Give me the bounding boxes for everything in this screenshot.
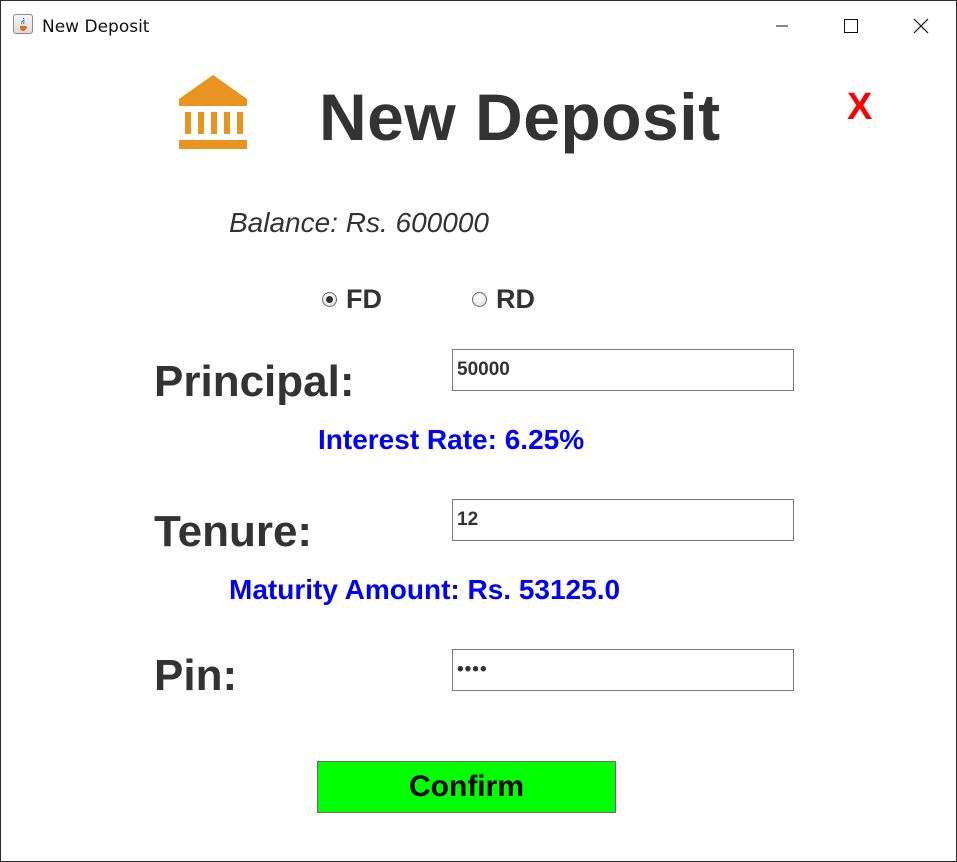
maximize-button[interactable] <box>816 1 886 51</box>
pin-input[interactable] <box>452 649 794 691</box>
confirm-button[interactable]: Confirm <box>317 761 616 813</box>
principal-input[interactable] <box>452 349 794 391</box>
radio-rd[interactable]: RD <box>472 284 535 315</box>
radio-fd-indicator[interactable] <box>322 292 337 307</box>
close-icon <box>913 18 929 34</box>
balance-text: Balance: Rs. 600000 <box>229 207 489 238</box>
radio-rd-label: RD <box>496 284 535 314</box>
minimize-button[interactable] <box>747 1 817 51</box>
principal-label: Principal: <box>154 357 355 406</box>
radio-fd-label: FD <box>346 284 382 314</box>
close-button[interactable]: X <box>847 86 872 129</box>
maximize-icon <box>844 19 858 33</box>
page-title: New Deposit <box>319 80 721 154</box>
window-title: New Deposit <box>42 17 150 37</box>
window-titlebar[interactable]: New Deposit <box>1 1 956 51</box>
window-close-button[interactable] <box>886 1 956 51</box>
radio-rd-indicator[interactable] <box>472 292 487 307</box>
tenure-input[interactable] <box>452 499 794 541</box>
tenure-label: Tenure: <box>154 507 313 556</box>
java-app-icon <box>13 14 33 34</box>
minimize-icon <box>776 25 788 27</box>
maturity-amount-text: Maturity Amount: Rs. 53125.0 <box>229 574 621 605</box>
radio-fd[interactable]: FD <box>322 284 382 315</box>
bank-building-icon <box>161 69 266 169</box>
pin-label: Pin: <box>154 651 238 700</box>
app-window: New Deposit New Deposit X Balance: Rs. 6… <box>0 0 957 862</box>
interest-rate-text: Interest Rate: 6.25% <box>318 424 585 455</box>
